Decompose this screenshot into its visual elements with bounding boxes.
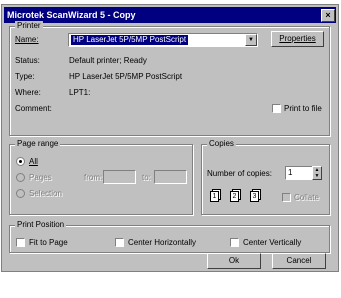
ok-button[interactable]: Ok [207,253,261,269]
print-to-file-label: Print to file [284,104,322,113]
to-label: to: [142,173,151,182]
collate-page-icon: 2 [230,191,239,202]
center-vertically-label: Center Vertically [243,238,302,247]
where-label: Where: [15,88,41,97]
collate-page-icon: 3 [250,191,259,202]
status-value: Default printer; Ready [69,56,147,65]
page-range-group-label: Page range [15,139,61,149]
pages-radio[interactable] [16,173,25,182]
center-vertically-checkbox[interactable] [230,238,239,247]
selection-radio[interactable] [16,189,25,198]
copies-group-label: Copies [207,139,236,149]
window-title: Microtek ScanWizard 5 - Copy [7,10,136,20]
selection-label: Selection [29,189,62,198]
close-button[interactable]: × [321,9,335,22]
from-field[interactable] [103,170,136,184]
dropdown-arrow-icon[interactable]: ▼ [245,34,257,46]
name-label: Name: [15,35,39,44]
number-of-copies-label: Number of copies: [207,169,272,178]
status-label: Status: [15,56,40,65]
fit-to-page-label: Fit to Page [29,238,68,247]
printer-name-value: HP LaserJet 5P/5MP PostScript [71,35,189,45]
all-label: All [29,157,38,166]
collate-checkbox[interactable] [282,193,291,202]
print-dialog: Microtek ScanWizard 5 - Copy × Printer N… [1,4,339,272]
center-horizontally-checkbox[interactable] [115,238,124,247]
where-value: LPT1: [69,88,91,97]
title-bar: Microtek ScanWizard 5 - Copy × [4,7,336,23]
to-field[interactable] [154,170,187,184]
collate-label: Collate [294,193,319,202]
cancel-button[interactable]: Cancel [272,253,326,269]
print-position-group-label: Print Position [15,220,67,230]
comment-label: Comment: [15,104,52,113]
type-value: HP LaserJet 5P/5MP PostScript [69,72,183,81]
printer-name-select[interactable]: HP LaserJet 5P/5MP PostScript ▼ [68,33,258,47]
copies-input[interactable]: 1 [285,166,313,180]
fit-to-page-checkbox[interactable] [16,238,25,247]
from-label: from: [84,173,103,182]
properties-button[interactable]: Properties [271,31,324,47]
print-to-file-checkbox[interactable] [272,104,281,113]
collate-page-icon: 1 [210,191,219,202]
type-label: Type: [15,72,35,81]
copies-spinner[interactable]: ▲ ▼ [312,166,322,180]
printer-group-label: Printer [15,21,43,31]
center-horizontally-label: Center Horizontally [128,238,197,247]
all-radio[interactable] [16,157,25,166]
pages-label: Pages [29,173,52,182]
